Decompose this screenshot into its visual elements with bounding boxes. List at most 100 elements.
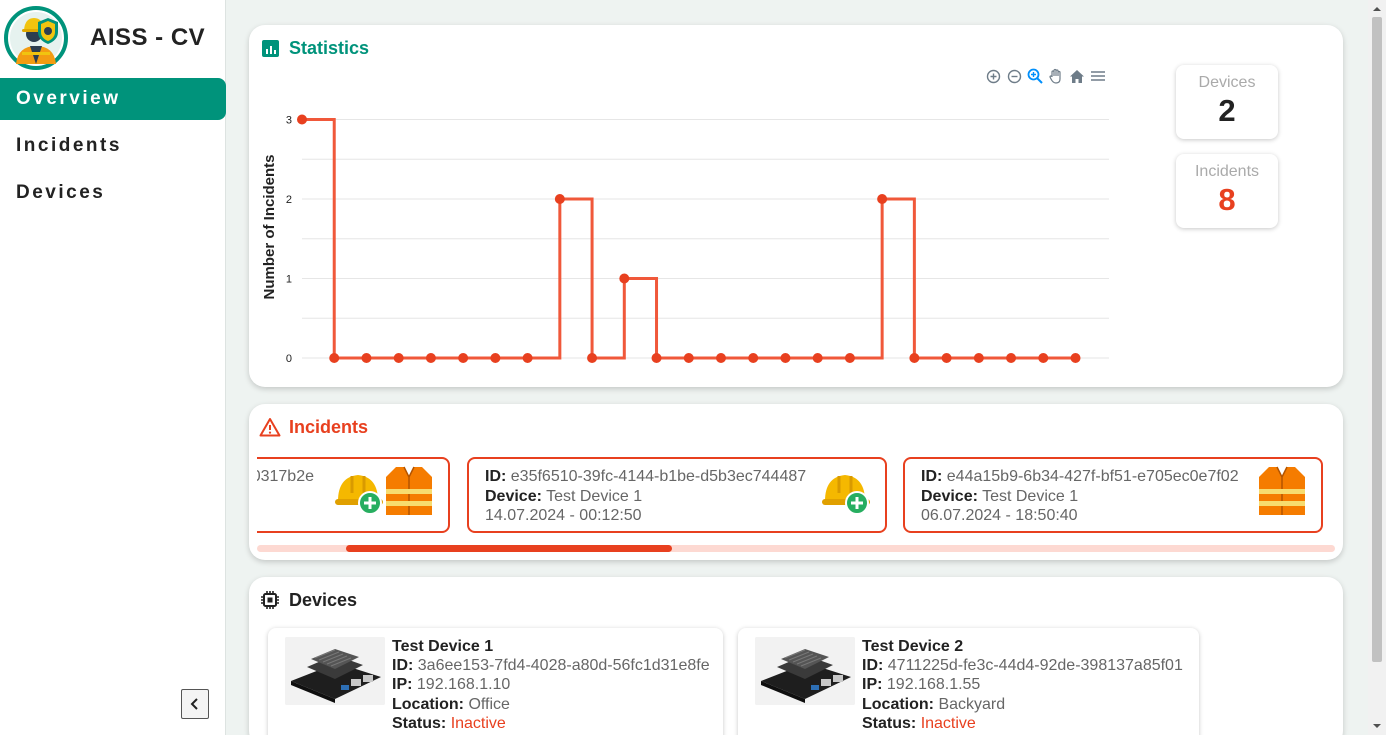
- incident-datetime: 14.07.2024 - 00:12:50: [485, 507, 642, 524]
- incidents-card: Incidents 0317b2e ID: e35f6510-39fc-4144…: [249, 404, 1343, 560]
- sidebar: AISS - CV Overview Incidents Devices: [0, 0, 226, 735]
- data-point[interactable]: [715, 353, 726, 363]
- chart-icon: [259, 37, 281, 59]
- device-status-label: Status:: [392, 714, 447, 732]
- page-scrollbar-thumb[interactable]: [1372, 17, 1382, 662]
- data-point[interactable]: [1038, 353, 1049, 363]
- incident-device: Test Device 1: [982, 487, 1079, 505]
- nav-incidents[interactable]: Incidents: [0, 125, 226, 167]
- data-point[interactable]: [812, 353, 823, 363]
- y-axis-label: Number of Incidents: [261, 154, 278, 299]
- data-point[interactable]: [780, 353, 791, 363]
- data-point[interactable]: [941, 353, 952, 363]
- chevron-left-icon: [190, 698, 198, 710]
- incident-id: e44a15b9-6b34-427f-bf51-e705ec0e7f02: [946, 468, 1239, 485]
- device-location-label: Location:: [392, 695, 464, 713]
- data-point[interactable]: [619, 273, 630, 284]
- incidents-title: Incidents: [289, 416, 369, 437]
- data-point[interactable]: [844, 353, 855, 363]
- data-point[interactable]: [425, 353, 436, 363]
- data-point[interactable]: [361, 353, 372, 363]
- brand: AISS - CV: [4, 6, 205, 70]
- devices-card: Devices Test Device 1 ID: 3a6ee153-7fd4-…: [249, 577, 1343, 735]
- data-point[interactable]: [329, 353, 340, 363]
- device-ip-label: IP:: [862, 676, 883, 694]
- incident-device-label: Device:: [485, 487, 542, 505]
- device-board-image: [285, 637, 385, 705]
- scroll-down-icon[interactable]: [1368, 719, 1386, 733]
- devices-stat-value: 2: [1218, 93, 1236, 128]
- vest-icon: [1259, 466, 1305, 515]
- incident-id-label: ID:: [485, 468, 507, 485]
- page-scrollbar[interactable]: [1368, 0, 1386, 735]
- logo-icon: [4, 6, 68, 70]
- device-ip-label: IP:: [392, 676, 413, 694]
- device-card[interactable]: Test Device 2 ID: 4711225d-fe3c-44d4-92d…: [738, 628, 1199, 735]
- devices-stat-label: Devices: [1198, 74, 1256, 91]
- data-point[interactable]: [554, 194, 565, 204]
- warning-icon: [259, 416, 281, 438]
- device-id: 4711225d-fe3c-44d4-92de-398137a85f01: [887, 657, 1183, 675]
- device-status: Inactive: [920, 714, 976, 732]
- incident-card[interactable]: 0317b2e: [257, 457, 450, 533]
- vest-icon: [386, 466, 432, 515]
- data-point[interactable]: [1070, 353, 1081, 363]
- data-point[interactable]: [973, 353, 984, 363]
- device-status: Inactive: [450, 714, 506, 732]
- statistics-title: Statistics: [289, 37, 370, 58]
- device-id-label: ID:: [392, 657, 414, 675]
- y-tick-label: 3: [286, 115, 292, 127]
- chip-icon: [259, 589, 281, 611]
- scroll-up-icon[interactable]: [1368, 2, 1386, 16]
- incident-id: 0317b2e: [257, 468, 314, 485]
- data-point[interactable]: [748, 353, 759, 363]
- devices-title: Devices: [289, 589, 358, 610]
- y-tick-label: 2: [286, 194, 292, 206]
- device-location: Office: [468, 695, 510, 713]
- device-location-label: Location:: [862, 695, 934, 713]
- incidents-stat-box: Incidents 8: [1176, 154, 1278, 228]
- nav-devices[interactable]: Devices: [0, 172, 226, 214]
- data-point[interactable]: [393, 353, 404, 363]
- data-point[interactable]: [458, 353, 469, 363]
- devices-header: Devices: [259, 589, 357, 611]
- device-name: Test Device 1: [392, 638, 494, 655]
- helmet-icon: [335, 475, 383, 515]
- device-id-label: ID:: [862, 657, 884, 675]
- statistics-header: Statistics: [259, 37, 369, 59]
- data-point[interactable]: [651, 353, 662, 363]
- incidents-header: Incidents: [259, 416, 368, 438]
- app-title: AISS - CV: [90, 24, 206, 51]
- y-tick-label: 1: [286, 274, 292, 286]
- data-point[interactable]: [587, 353, 598, 363]
- nav-overview[interactable]: Overview: [0, 78, 226, 120]
- incidents-scrollbar[interactable]: [257, 545, 1335, 552]
- helmet-icon: [822, 475, 870, 515]
- statistics-card: Statistics 0123 27 Jun29 JunJul '2403 Ju…: [249, 25, 1343, 387]
- device-location: Backyard: [938, 695, 1006, 713]
- incidents-scrollbar-thumb[interactable]: [346, 545, 672, 552]
- device-ip: 192.168.1.10: [416, 676, 511, 694]
- incidents-carousel[interactable]: 0317b2e ID: e35f6510-39fc-4144-b1be-d5b3…: [257, 450, 1335, 534]
- data-point[interactable]: [909, 353, 920, 363]
- device-ip: 192.168.1.55: [886, 676, 981, 694]
- incident-icons: [821, 465, 871, 517]
- device-name: Test Device 2: [862, 638, 964, 655]
- incident-id: e35f6510-39fc-4144-b1be-d5b3ec744487: [510, 468, 807, 485]
- data-point[interactable]: [877, 194, 888, 204]
- device-status-label: Status:: [862, 714, 917, 732]
- incidents-stat-label: Incidents: [1194, 163, 1260, 180]
- collapse-sidebar-button[interactable]: [181, 689, 209, 719]
- incident-icons: [334, 465, 434, 517]
- data-point[interactable]: [683, 353, 694, 363]
- data-point[interactable]: [490, 353, 501, 363]
- data-point[interactable]: [297, 114, 307, 125]
- incident-card[interactable]: ID: e35f6510-39fc-4144-b1be-d5b3ec744487…: [467, 457, 887, 533]
- incidents-chart: 0123 27 Jun29 JunJul '2403 Jul05 Jul07 J…: [261, 114, 1109, 365]
- incident-id-label: ID:: [921, 468, 943, 485]
- incident-card[interactable]: ID: e44a15b9-6b34-427f-bf51-e705ec0e7f02…: [903, 457, 1323, 533]
- data-point[interactable]: [1006, 353, 1017, 363]
- data-point[interactable]: [522, 353, 533, 363]
- device-card[interactable]: Test Device 1 ID: 3a6ee153-7fd4-4028-a80…: [268, 628, 723, 735]
- incident-device-label: Device:: [921, 487, 978, 505]
